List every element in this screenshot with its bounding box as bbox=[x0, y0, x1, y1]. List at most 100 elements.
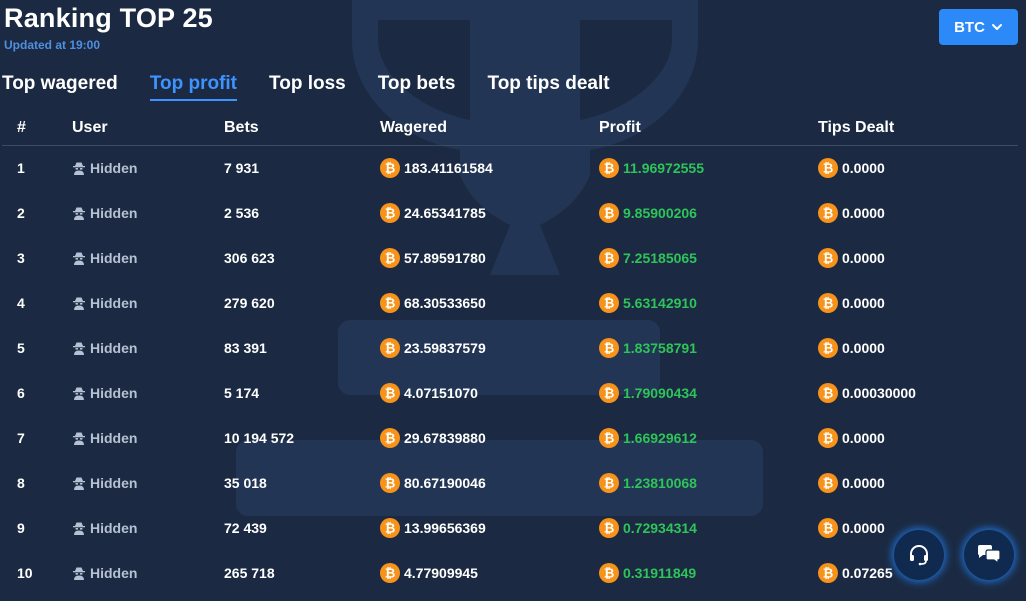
user-name: Hidden bbox=[90, 565, 138, 581]
support-button[interactable] bbox=[894, 530, 944, 580]
row-bets: 279 620 bbox=[224, 295, 275, 311]
svg-text:₿: ₿ bbox=[604, 251, 615, 266]
tips-value: 0.0000 bbox=[842, 205, 885, 221]
row-tips-dealt: ₿ 0.07265 bbox=[818, 563, 893, 583]
row-wagered: ₿ 29.67839880 bbox=[380, 428, 486, 448]
bitcoin-icon: ₿ bbox=[599, 203, 619, 223]
row-tips-dealt: ₿ 0.0000 bbox=[818, 518, 885, 538]
svg-text:₿: ₿ bbox=[604, 431, 615, 446]
bitcoin-icon: ₿ bbox=[380, 473, 400, 493]
svg-text:₿: ₿ bbox=[823, 251, 834, 266]
table-row: 2 Hidden 2 536 ₿ 24.65341785 ₿ 9.8590020… bbox=[2, 191, 1018, 236]
row-tips-dealt: ₿ 0.0000 bbox=[818, 248, 885, 268]
tips-value: 0.0000 bbox=[842, 340, 885, 356]
row-wagered: ₿ 4.77909945 bbox=[380, 563, 478, 583]
spy-icon bbox=[72, 476, 86, 490]
spy-icon bbox=[72, 251, 86, 265]
svg-text:₿: ₿ bbox=[823, 161, 834, 176]
bitcoin-icon: ₿ bbox=[599, 248, 619, 268]
column-header-profit: Profit bbox=[599, 119, 641, 136]
row-rank: 4 bbox=[17, 295, 25, 311]
bitcoin-icon: ₿ bbox=[599, 383, 619, 403]
row-tips-dealt: ₿ 0.0000 bbox=[818, 203, 885, 223]
svg-text:₿: ₿ bbox=[385, 251, 396, 266]
chat-button[interactable] bbox=[964, 530, 1014, 580]
row-wagered: ₿ 80.67190046 bbox=[380, 473, 486, 493]
svg-text:₿: ₿ bbox=[385, 296, 396, 311]
row-user: Hidden bbox=[72, 250, 137, 266]
svg-text:₿: ₿ bbox=[604, 161, 615, 176]
svg-text:₿: ₿ bbox=[604, 296, 615, 311]
bitcoin-icon: ₿ bbox=[818, 293, 838, 313]
bitcoin-icon: ₿ bbox=[599, 293, 619, 313]
spy-icon bbox=[72, 161, 86, 175]
row-wagered: ₿ 13.99656369 bbox=[380, 518, 486, 538]
svg-text:₿: ₿ bbox=[823, 206, 834, 221]
row-wagered: ₿ 183.41161584 bbox=[380, 158, 493, 178]
row-bets: 10 194 572 bbox=[224, 430, 295, 446]
svg-text:₿: ₿ bbox=[385, 566, 396, 581]
tips-value: 0.0000 bbox=[842, 475, 885, 491]
wagered-value: 68.30533650 bbox=[404, 295, 486, 311]
row-rank: 7 bbox=[17, 430, 25, 446]
svg-text:₿: ₿ bbox=[385, 386, 396, 401]
bitcoin-icon: ₿ bbox=[818, 563, 838, 583]
row-user: Hidden bbox=[72, 520, 137, 536]
user-name: Hidden bbox=[90, 340, 138, 356]
row-bets: 83 391 bbox=[224, 340, 267, 356]
user-name: Hidden bbox=[90, 520, 138, 536]
currency-select-button[interactable]: BTC bbox=[939, 9, 1018, 45]
row-rank: 1 bbox=[17, 160, 25, 176]
bitcoin-icon: ₿ bbox=[380, 248, 400, 268]
svg-text:₿: ₿ bbox=[604, 386, 615, 401]
row-user: Hidden bbox=[72, 475, 137, 491]
wagered-value: 80.67190046 bbox=[404, 475, 486, 491]
row-profit: ₿ 1.83758791 bbox=[599, 338, 697, 358]
bitcoin-icon: ₿ bbox=[380, 338, 400, 358]
updated-time: Updated at 19:00 bbox=[4, 38, 101, 52]
bitcoin-icon: ₿ bbox=[380, 383, 400, 403]
column-header-rank: # bbox=[17, 119, 26, 136]
row-profit: ₿ 0.72934314 bbox=[599, 518, 697, 538]
row-rank: 10 bbox=[17, 565, 33, 581]
profit-value: 1.79090434 bbox=[623, 385, 697, 401]
tab-top-loss[interactable]: Top loss bbox=[269, 73, 346, 101]
tab-top-bets[interactable]: Top bets bbox=[378, 73, 456, 101]
column-header-wagered: Wagered bbox=[380, 119, 447, 136]
tab-top-tips-dealt[interactable]: Top tips dealt bbox=[488, 73, 610, 101]
row-rank: 6 bbox=[17, 385, 25, 401]
tab-top-profit[interactable]: Top profit bbox=[149, 73, 238, 101]
column-header-bets: Bets bbox=[224, 119, 259, 136]
bitcoin-icon: ₿ bbox=[599, 338, 619, 358]
row-rank: 2 bbox=[17, 205, 25, 221]
row-rank: 3 bbox=[17, 250, 25, 266]
bitcoin-icon: ₿ bbox=[818, 158, 838, 178]
ranking-page: Ranking TOP 25 Updated at 19:00 BTC Top … bbox=[0, 0, 1026, 601]
svg-text:₿: ₿ bbox=[823, 341, 834, 356]
table-row: 9 Hidden 72 439 ₿ 13.99656369 ₿ 0.729343… bbox=[2, 506, 1018, 551]
ranking-tabs: Top wagered Top profit Top loss Top bets… bbox=[2, 73, 642, 101]
row-profit: ₿ 1.23810068 bbox=[599, 473, 697, 493]
user-name: Hidden bbox=[90, 250, 138, 266]
user-name: Hidden bbox=[90, 205, 138, 221]
bitcoin-icon: ₿ bbox=[380, 518, 400, 538]
bitcoin-icon: ₿ bbox=[380, 293, 400, 313]
wagered-value: 4.77909945 bbox=[404, 565, 478, 581]
tab-top-wagered[interactable]: Top wagered bbox=[2, 73, 118, 101]
profit-value: 9.85900206 bbox=[623, 205, 697, 221]
row-user: Hidden bbox=[72, 205, 137, 221]
bitcoin-icon: ₿ bbox=[599, 563, 619, 583]
row-tips-dealt: ₿ 0.0000 bbox=[818, 428, 885, 448]
user-name: Hidden bbox=[90, 295, 138, 311]
row-user: Hidden bbox=[72, 430, 137, 446]
svg-text:₿: ₿ bbox=[823, 476, 834, 491]
bitcoin-icon: ₿ bbox=[818, 383, 838, 403]
tips-value: 0.0000 bbox=[842, 250, 885, 266]
row-wagered: ₿ 57.89591780 bbox=[380, 248, 486, 268]
profit-value: 11.96972555 bbox=[623, 160, 704, 176]
column-header-user: User bbox=[72, 119, 108, 136]
svg-text:₿: ₿ bbox=[604, 476, 615, 491]
profit-value: 1.23810068 bbox=[623, 475, 697, 491]
svg-text:₿: ₿ bbox=[385, 161, 396, 176]
wagered-value: 183.41161584 bbox=[404, 160, 493, 176]
